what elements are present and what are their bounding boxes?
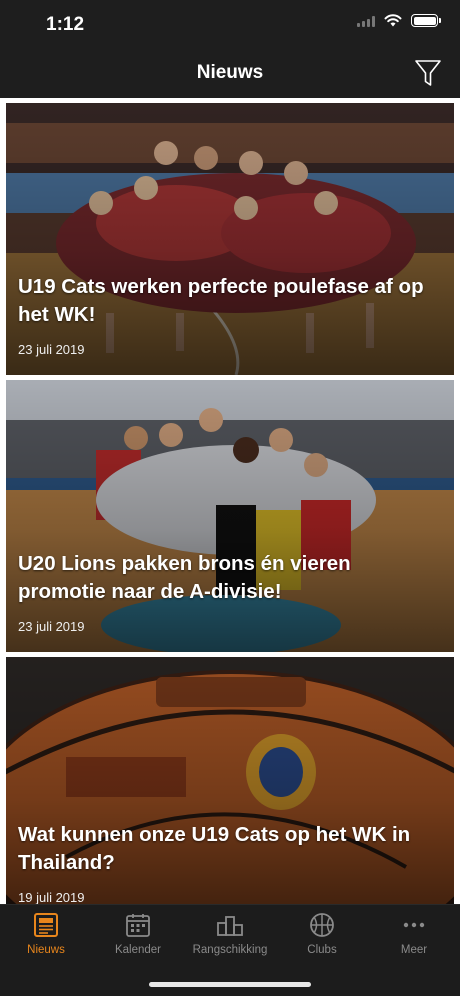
news-card[interactable]: Wat kunnen onze U19 Cats op het WK in Th… bbox=[6, 657, 454, 904]
article-date: 19 juli 2019 bbox=[18, 890, 85, 904]
tab-kalender[interactable]: Kalender bbox=[92, 905, 184, 967]
news-card[interactable]: U19 Cats werken perfecte poulefase af op… bbox=[6, 103, 454, 375]
news-feed[interactable]: U19 Cats werken perfecte poulefase af op… bbox=[0, 98, 460, 904]
newspaper-icon bbox=[34, 913, 58, 937]
battery-icon bbox=[411, 14, 441, 27]
tab-meer[interactable]: Meer bbox=[368, 905, 460, 967]
article-date: 23 juli 2019 bbox=[18, 342, 85, 357]
tab-nieuws[interactable]: Nieuws bbox=[0, 905, 92, 967]
page-title: Nieuws bbox=[196, 62, 264, 83]
article-title: U20 Lions pakken brons én vieren promoti… bbox=[18, 552, 351, 603]
basketball-icon bbox=[310, 913, 334, 937]
cellular-signal-icon bbox=[357, 15, 375, 27]
news-card[interactable]: U20 Lions pakken brons én vieren promoti… bbox=[6, 380, 454, 652]
tab-label: Kalender bbox=[114, 944, 162, 956]
article-title: U19 Cats werken perfecte poulefase af op… bbox=[18, 275, 424, 326]
status-icons bbox=[357, 14, 441, 27]
article-title: Wat kunnen onze U19 Cats op het WK in Th… bbox=[18, 823, 411, 874]
tab-bar: Nieuws Kalender Rangschikking Clubs Meer bbox=[0, 904, 460, 996]
tab-clubs[interactable]: Clubs bbox=[276, 905, 368, 967]
status-bar: 1:12 bbox=[0, 0, 460, 50]
tab-label: Nieuws bbox=[27, 944, 65, 956]
standings-icon bbox=[217, 916, 243, 936]
tab-label: Rangschikking bbox=[192, 944, 268, 956]
more-icon bbox=[403, 922, 425, 928]
navigation-bar: Nieuws bbox=[0, 50, 460, 98]
home-indicator[interactable] bbox=[149, 982, 311, 987]
article-date: 23 juli 2019 bbox=[18, 619, 85, 634]
filter-icon[interactable] bbox=[414, 58, 442, 88]
calendar-icon bbox=[126, 914, 150, 937]
wifi-icon bbox=[384, 14, 402, 27]
status-time: 1:12 bbox=[46, 14, 85, 35]
tab-label: Meer bbox=[400, 944, 428, 956]
tab-label: Clubs bbox=[307, 944, 337, 956]
tab-rangschikking[interactable]: Rangschikking bbox=[184, 905, 276, 967]
